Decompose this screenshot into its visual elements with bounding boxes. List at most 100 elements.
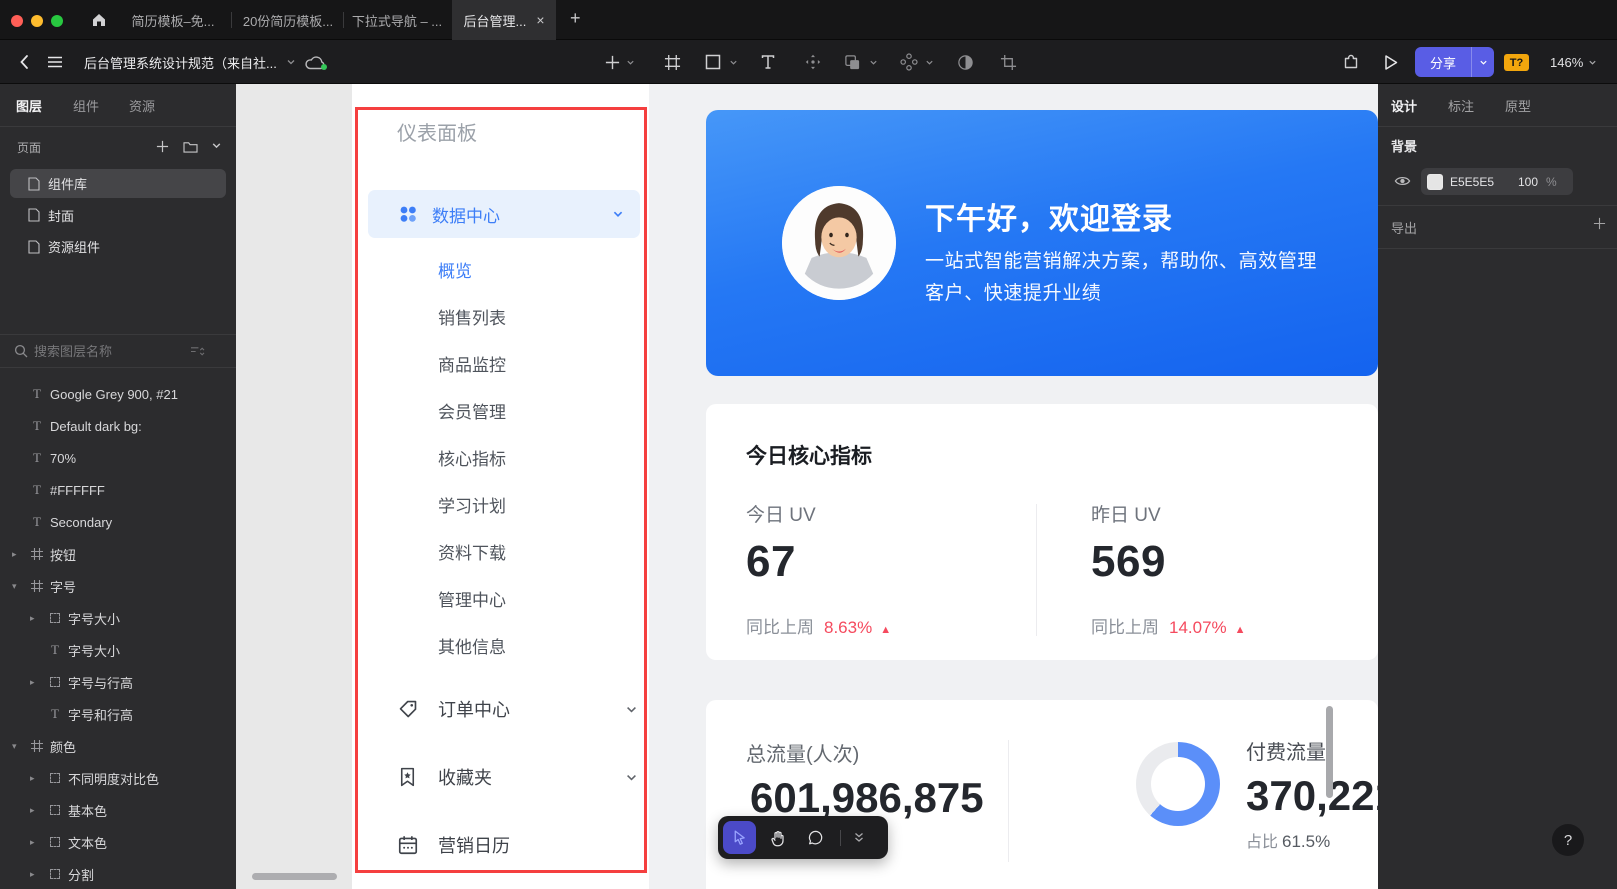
canvas-horizontal-scrollbar[interactable]	[252, 873, 337, 880]
layer-row[interactable]: ▸基本色	[0, 794, 236, 826]
expand-arrow-icon[interactable]: ▸	[30, 677, 46, 688]
browser-tab[interactable]: 下拉式导航 – ...	[348, 0, 446, 40]
layer-row[interactable]: TGoogle Grey 900, #21	[0, 378, 236, 410]
crop-tool-icon[interactable]	[1000, 40, 1017, 84]
browser-tab[interactable]: 简历模板–免...	[118, 0, 228, 40]
help-button[interactable]: ?	[1552, 824, 1584, 856]
layer-row[interactable]: ▸分割	[0, 858, 236, 889]
ratio-value: 61.5%	[1282, 832, 1330, 851]
layer-row[interactable]: ▸按钮	[0, 538, 236, 570]
expand-arrow-icon[interactable]: ▸	[30, 773, 46, 784]
home-icon[interactable]	[91, 12, 107, 28]
change-value: 14.07%	[1169, 618, 1227, 637]
add-page-icon[interactable]	[156, 140, 169, 153]
layer-row[interactable]: ▸字号大小	[0, 602, 236, 634]
select-cursor-tool[interactable]	[723, 821, 756, 854]
minimize-window-button[interactable]	[31, 15, 43, 27]
expand-arrow-icon[interactable]: ▸	[30, 805, 46, 816]
font-missing-badge[interactable]: T?	[1504, 54, 1529, 71]
insert-chevron-down-icon[interactable]	[626, 40, 635, 84]
collapse-arrow-icon[interactable]: ▾	[12, 741, 28, 752]
transform-tool-icon[interactable]	[804, 40, 822, 84]
text-tool-icon[interactable]	[760, 40, 776, 84]
component-tool-icon[interactable]	[900, 40, 918, 84]
compare-label: 同比上周	[746, 618, 814, 637]
page-item-resource-components[interactable]: 资源组件	[0, 231, 236, 263]
expand-arrow-icon[interactable]: ▸	[30, 869, 46, 880]
layer-row[interactable]: T70%	[0, 442, 236, 474]
shape-tool-icon[interactable]	[705, 40, 721, 84]
zoom-control[interactable]: 146%	[1550, 40, 1597, 84]
paid-traffic-label: 付费流量	[1246, 736, 1326, 765]
component-chevron-down-icon[interactable]	[925, 40, 934, 84]
plugin-icon[interactable]	[1341, 40, 1361, 84]
fullscreen-window-button[interactable]	[51, 15, 63, 27]
expand-arrow-icon[interactable]: ▸	[30, 613, 46, 624]
layer-row[interactable]: ▸不同明度对比色	[0, 762, 236, 794]
layer-search-bar	[0, 334, 236, 368]
shape-chevron-down-icon[interactable]	[729, 40, 738, 84]
collapse-chevrons-icon[interactable]	[846, 821, 872, 854]
expand-arrow-icon[interactable]: ▸	[30, 837, 46, 848]
tab-label: 下拉式导航 – ...	[352, 11, 442, 30]
close-window-button[interactable]	[11, 15, 23, 27]
layer-row[interactable]: T#FFFFFF	[0, 474, 236, 506]
welcome-banner[interactable]: 下午好，欢迎登录 一站式智能营销解决方案，帮助你、高效管理客户、快速提升业绩	[706, 110, 1378, 376]
group-layer-icon	[46, 837, 64, 847]
tab-annotate[interactable]: 标注	[1448, 84, 1474, 126]
browser-tab-active[interactable]: 后台管理... ×	[452, 0, 556, 40]
present-play-icon[interactable]	[1381, 40, 1400, 84]
main-menu-icon[interactable]	[46, 40, 64, 84]
tab-label: 20份简历模板...	[243, 11, 333, 30]
pages-chevron-down-icon[interactable]	[211, 140, 222, 151]
add-export-icon[interactable]	[1593, 217, 1606, 230]
boolean-tool-icon[interactable]	[844, 40, 861, 84]
page-item-cover[interactable]: 封面	[0, 200, 236, 232]
tab-label: 简历模板–免...	[131, 11, 214, 30]
design-canvas[interactable]: 仪表面板 数据中心 概览 销售列表 商品监控 会员管理 核心指标 学习计划 资料…	[236, 84, 1378, 889]
layer-row[interactable]: ▸字号与行高	[0, 666, 236, 698]
tab-components[interactable]: 组件	[73, 84, 99, 126]
boolean-chevron-down-icon[interactable]	[869, 40, 878, 84]
layer-row[interactable]: ▾颜色	[0, 730, 236, 762]
layer-row[interactable]: TDefault dark bg:	[0, 410, 236, 442]
share-button[interactable]: 分享	[1415, 53, 1471, 72]
new-tab-button[interactable]: +	[570, 8, 581, 29]
layer-row[interactable]: ▸文本色	[0, 826, 236, 858]
tab-layers[interactable]: 图层	[16, 84, 42, 126]
page-folder-icon[interactable]	[183, 140, 198, 153]
layer-row[interactable]: TSecondary	[0, 506, 236, 538]
design-tool-window: 简历模板–免... 20份简历模板... 下拉式导航 – ... 后台管理...…	[0, 0, 1617, 889]
layer-row[interactable]: T字号大小	[0, 634, 236, 666]
search-input[interactable]	[34, 344, 184, 359]
text-layer-icon: T	[46, 642, 64, 658]
mask-tool-icon[interactable]	[957, 40, 974, 84]
page-item-component-library[interactable]: 组件库	[0, 168, 236, 200]
color-hex-value[interactable]: E5E5E5	[1450, 175, 1508, 189]
tab-prototype[interactable]: 原型	[1505, 84, 1531, 126]
layer-row[interactable]: T字号和行高	[0, 698, 236, 730]
frame-tool-icon[interactable]	[664, 40, 681, 84]
browser-tab[interactable]: 20份简历模板...	[236, 0, 340, 40]
share-chevron-down-icon[interactable]	[1472, 58, 1494, 67]
back-button[interactable]	[16, 40, 34, 84]
close-tab-icon[interactable]: ×	[536, 12, 544, 28]
canvas-vertical-scrollbar[interactable]	[1326, 706, 1333, 798]
ratio-prefix: 占比	[1246, 834, 1278, 851]
selection-outline	[355, 107, 647, 873]
visibility-eye-icon[interactable]	[1394, 174, 1411, 188]
comment-tool[interactable]	[799, 821, 832, 854]
tab-resources[interactable]: 资源	[129, 84, 155, 126]
expand-arrow-icon[interactable]: ▸	[12, 549, 28, 560]
hand-tool[interactable]	[761, 821, 794, 854]
tab-design[interactable]: 设计	[1391, 84, 1417, 126]
title-chevron-down-icon[interactable]	[286, 40, 296, 84]
cloud-sync-icon[interactable]	[304, 40, 326, 84]
insert-tool-icon[interactable]	[604, 40, 621, 84]
layer-row[interactable]: ▾字号	[0, 570, 236, 602]
collapse-arrow-icon[interactable]: ▾	[12, 581, 28, 592]
background-color-input[interactable]: E5E5E5 100 %	[1421, 168, 1573, 195]
color-swatch[interactable]	[1427, 174, 1443, 190]
sort-filter-icon[interactable]	[190, 345, 205, 358]
opacity-value[interactable]: 100	[1518, 175, 1538, 189]
